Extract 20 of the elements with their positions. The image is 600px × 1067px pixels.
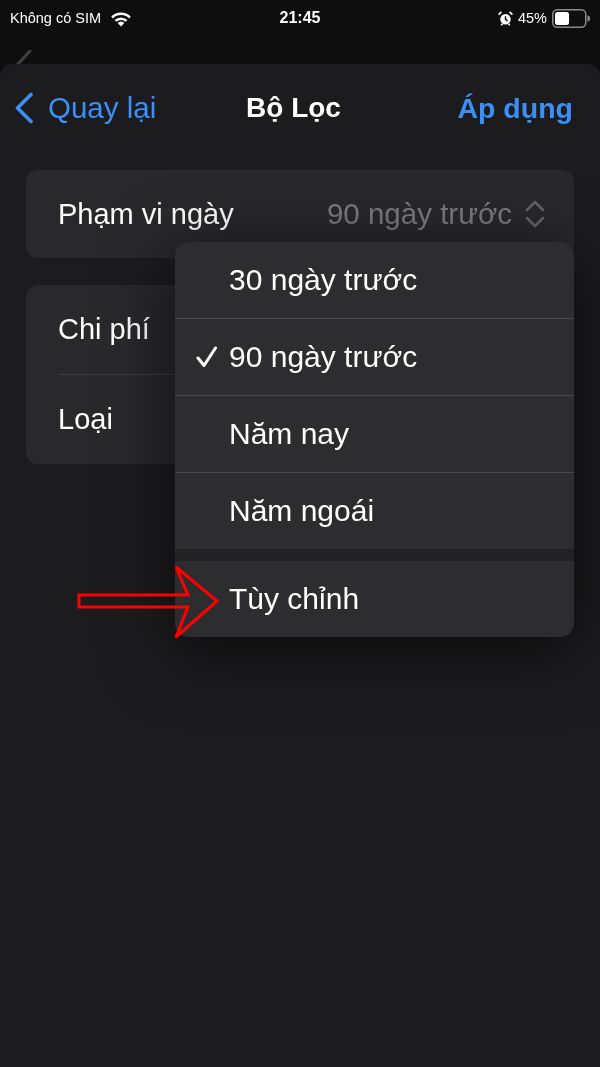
menu-item[interactable]: Tùy chỉnh [175, 561, 574, 637]
menu-item[interactable]: Năm ngoái [175, 473, 574, 549]
clock-time: 21:45 [279, 9, 321, 27]
alarm-clock-icon [497, 10, 513, 26]
menu-item[interactable]: 90 ngày trước [175, 319, 574, 395]
carrier-label: Không có SIM [10, 10, 102, 26]
battery-percent: 45% [517, 10, 547, 26]
row-label: Chi phí [58, 313, 150, 346]
menu-item[interactable]: 30 ngày trước [175, 242, 574, 318]
battery-icon [552, 8, 590, 28]
chevron-left-icon [14, 50, 34, 64]
up-down-chevron-icon [524, 199, 546, 229]
row-label: Phạm vi ngày [58, 197, 234, 231]
sheet-title: Bộ Lọc [246, 92, 341, 124]
checkmark-icon [196, 346, 217, 368]
chevron-left-icon [14, 92, 34, 124]
back-button[interactable]: Quay lại [14, 91, 157, 125]
row-label: Loại [58, 403, 113, 436]
menu-item[interactable]: Năm nay [175, 396, 574, 472]
apply-button[interactable]: Áp dụng [457, 91, 573, 125]
